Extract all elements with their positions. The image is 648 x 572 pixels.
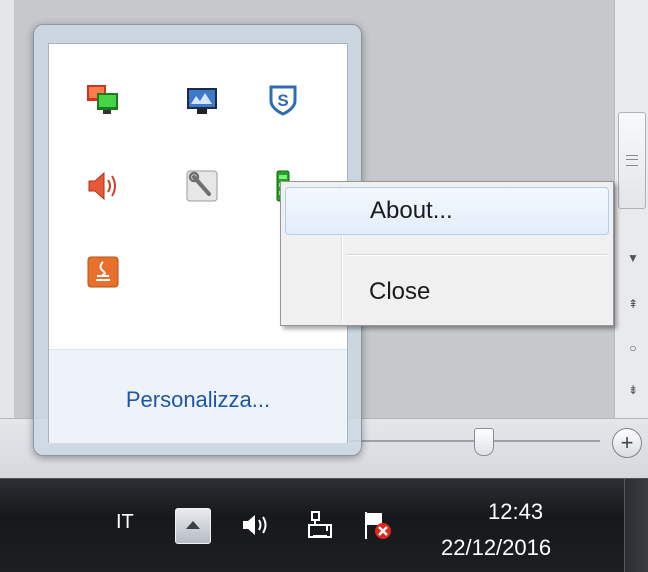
network-monitor-icon[interactable] — [184, 82, 220, 118]
action-center-flag-error-icon[interactable] — [362, 509, 394, 541]
svg-text:S: S — [277, 91, 288, 110]
wrench-tool-icon[interactable] — [184, 168, 220, 204]
menu-item-label: About... — [370, 197, 453, 224]
zoom-in-button[interactable]: + — [612, 428, 642, 458]
orange-java-app-icon[interactable] — [85, 254, 121, 290]
context-menu: About... Close — [280, 181, 614, 326]
select-browse-object-icon[interactable]: ○ — [625, 340, 641, 356]
volume-speaker-icon[interactable] — [85, 168, 121, 204]
menu-item-close[interactable]: Close — [285, 269, 607, 315]
volume-icon[interactable] — [240, 509, 272, 541]
customize-link[interactable]: Personalizza... — [49, 387, 347, 413]
clock-time[interactable]: 12:43 — [488, 499, 578, 525]
show-desktop-button[interactable] — [624, 479, 648, 572]
scroll-down-arrow-icon[interactable]: ▼ — [625, 250, 641, 266]
menu-separator — [347, 254, 607, 256]
taskbar: IT 12:43 22/12/2016 — [0, 478, 648, 572]
network-wired-icon[interactable] — [303, 509, 335, 541]
chevron-up-icon — [186, 521, 200, 529]
flyout-footer: Personalizza... — [49, 349, 347, 443]
previous-page-icon[interactable]: ⇞ — [625, 296, 641, 312]
clock-date[interactable]: 22/12/2016 — [441, 535, 551, 561]
window-edge — [0, 0, 14, 478]
vertical-scrollbar[interactable]: ▼ ⇞ ○ ⇟ — [614, 0, 648, 430]
scrollbar-thumb[interactable] — [618, 112, 646, 209]
menu-item-label: Close — [369, 278, 431, 305]
menu-item-about[interactable]: About... — [285, 187, 609, 235]
show-hidden-icons-button[interactable] — [175, 508, 211, 544]
zoom-slider-thumb[interactable] — [474, 428, 494, 456]
security-shield-s-icon[interactable]: S — [265, 82, 301, 118]
network-connections-icon[interactable] — [85, 82, 121, 118]
language-indicator[interactable]: IT — [116, 511, 134, 534]
next-page-icon[interactable]: ⇟ — [625, 382, 641, 398]
